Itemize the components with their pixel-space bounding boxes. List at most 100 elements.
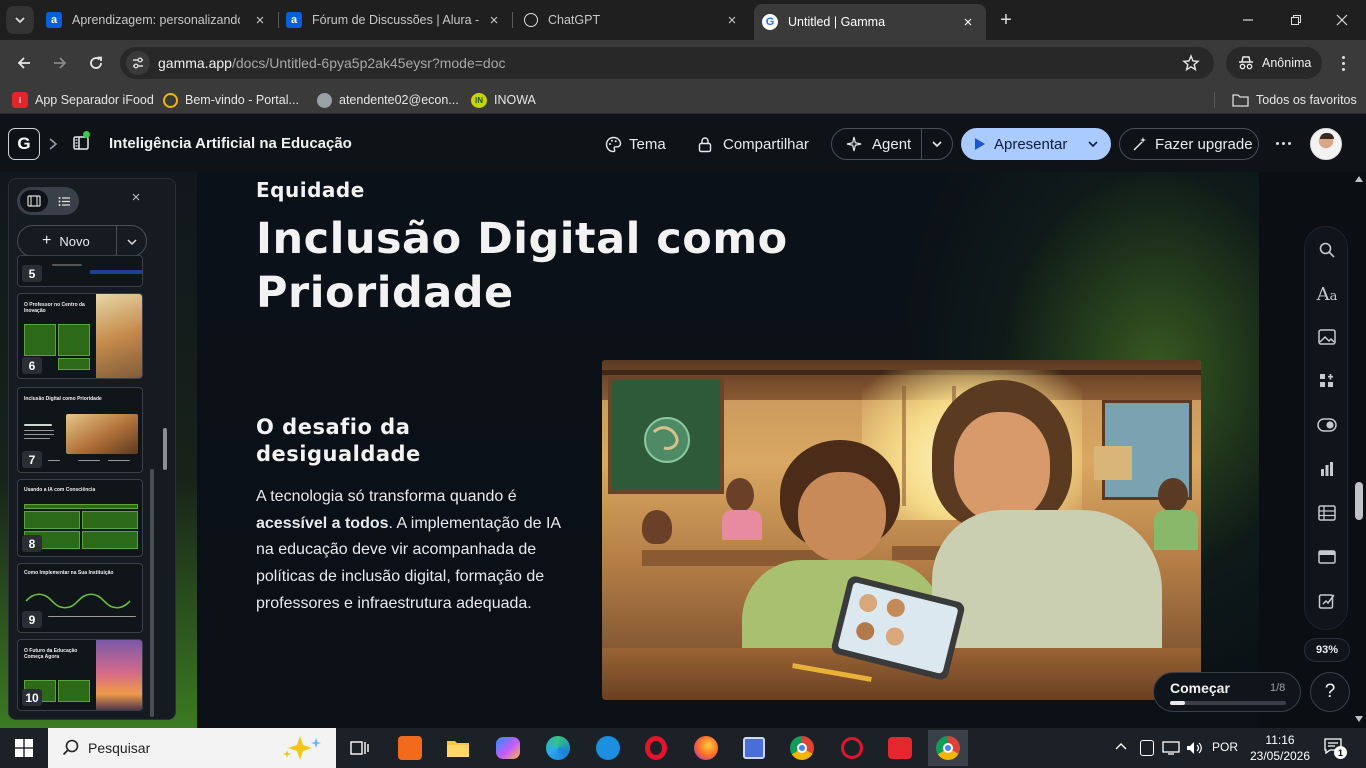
all-bookmarks-button[interactable]: Todos os favoritos (1232, 91, 1357, 109)
task-view-button[interactable] (340, 732, 380, 764)
avatar[interactable] (1310, 128, 1342, 160)
get-started-widget[interactable]: Começar 1/8 (1153, 672, 1301, 712)
close-icon[interactable]: × (250, 10, 270, 30)
card-body-text[interactable]: A tecnologia só transforma quando é aces… (256, 484, 566, 618)
close-icon[interactable]: × (722, 10, 742, 30)
classroom-illustration[interactable] (602, 360, 1201, 700)
browser-menu-button[interactable] (1334, 51, 1352, 75)
scroll-up-icon[interactable] (1355, 176, 1363, 182)
chrome-button[interactable] (782, 732, 822, 764)
slide-thumbnail[interactable]: O Professor no Centro da Inovação 6 (17, 293, 143, 379)
image-tool-button[interactable] (1313, 323, 1341, 351)
forward-button[interactable] (48, 51, 72, 75)
bookmark-email[interactable]: atendente02@econ... (317, 91, 459, 109)
close-panel-button[interactable]: × (129, 190, 143, 205)
file-explorer-button[interactable] (438, 732, 478, 764)
incognito-profile-button[interactable]: Anônima (1226, 47, 1322, 79)
close-icon[interactable]: × (484, 10, 504, 30)
notifications-button[interactable]: 1 (1324, 738, 1347, 759)
close-window-button[interactable] (1330, 8, 1354, 32)
more-options-button[interactable] (1276, 142, 1291, 145)
restore-button[interactable] (1284, 8, 1308, 32)
zoom-level-button[interactable]: 93% (1304, 638, 1350, 662)
text-style-button[interactable]: Aa (1313, 280, 1341, 308)
list-view-button[interactable] (52, 190, 76, 212)
opera-button[interactable] (636, 732, 676, 764)
wps-button[interactable] (880, 732, 920, 764)
panel-scrollbar[interactable] (150, 469, 154, 717)
bookmark-portal[interactable]: Bem-vindo - Portal... (163, 91, 299, 109)
minimize-button[interactable] (1236, 8, 1260, 32)
tab-gamma[interactable]: G Untitled | Gamma × (754, 4, 986, 40)
app-button[interactable] (734, 732, 774, 764)
layout-tool-button[interactable] (1313, 499, 1341, 527)
card-subheading[interactable]: O desafio da desigualdade (256, 414, 421, 468)
chevron-down-icon[interactable] (126, 236, 138, 248)
chevron-down-icon[interactable] (930, 137, 944, 151)
pdf-app-button[interactable] (390, 732, 430, 764)
language-indicator[interactable]: POR (1212, 740, 1238, 754)
taskbar-search[interactable]: Pesquisar (48, 728, 336, 768)
copilot-button[interactable] (488, 732, 528, 764)
cards-view-button[interactable] (20, 190, 48, 212)
toggle-tool-button[interactable] (1313, 411, 1341, 439)
tab-aprendizagem[interactable]: a Aprendizagem: personalizando × (46, 6, 274, 34)
embed-tool-button[interactable] (1313, 543, 1341, 571)
doc-title[interactable]: Inteligência Artificial na Educação (109, 135, 352, 152)
edge-button[interactable] (538, 732, 578, 764)
chrome-active-button[interactable] (928, 730, 968, 766)
address-bar[interactable]: gamma.app/docs/Untitled-6pya5p2ak45eysr?… (120, 47, 1214, 79)
reload-button[interactable] (84, 51, 108, 75)
slide-thumbnail[interactable]: 5 (17, 255, 143, 287)
tab-chatgpt[interactable]: ChatGPT × (524, 6, 746, 34)
theme-button[interactable]: Tema (605, 136, 666, 153)
bookmark-ifood[interactable]: i App Separador iFood (12, 91, 154, 109)
search-tool-button[interactable] (1313, 236, 1341, 264)
slide-number: 7 (22, 451, 42, 468)
new-card-button[interactable]: + Novo (17, 225, 147, 257)
start-button[interactable] (4, 732, 44, 764)
clock[interactable]: 11:16 23/05/2026 (1248, 732, 1312, 764)
portal-icon (163, 92, 178, 108)
close-icon[interactable]: × (958, 12, 978, 32)
upgrade-button[interactable]: Fazer upgrade (1119, 128, 1259, 160)
url-text[interactable]: gamma.app/docs/Untitled-6pya5p2ak45eysr?… (158, 55, 506, 71)
volume-icon[interactable] (1186, 741, 1204, 755)
bookmark-star-icon[interactable] (1182, 54, 1200, 72)
page-scrollbar[interactable] (1352, 172, 1366, 728)
tray-camera-icon[interactable] (1140, 740, 1154, 756)
slide-thumbnail[interactable]: Usando a IA com Consciência 8 (17, 479, 143, 557)
site-info-icon[interactable] (126, 51, 150, 75)
gamma-home-button[interactable]: G (8, 128, 40, 160)
scrollbar-thumb[interactable] (1355, 482, 1363, 520)
new-tab-button[interactable]: + (994, 8, 1018, 32)
tab-search-button[interactable] (6, 6, 34, 34)
edit-tool-button[interactable] (1313, 587, 1341, 615)
app-button[interactable] (588, 732, 628, 764)
card-heading[interactable]: Inclusão Digital como Prioridade (256, 212, 788, 320)
slide-thumbnail[interactable]: Como Implementar na Sua Instituição 9 (17, 563, 143, 633)
help-button[interactable]: ? (1310, 672, 1350, 712)
show-hidden-icons-button[interactable] (1114, 740, 1130, 756)
slide-thumbnail[interactable]: O Futuro da Educação Começa Agora 10 (17, 639, 143, 711)
toggle-sidebar-button[interactable] (72, 131, 92, 154)
alura-icon: a (286, 12, 302, 28)
firefox-button[interactable] (686, 732, 726, 764)
share-button[interactable]: Compartilhar (697, 136, 809, 153)
panel-resize-handle[interactable] (163, 428, 167, 470)
card-eyebrow[interactable]: Equidade (256, 178, 365, 202)
tab-forum[interactable]: a Fórum de Discussões | Alura - C × (286, 6, 508, 34)
scroll-down-icon[interactable] (1355, 716, 1363, 722)
present-button[interactable]: Apresentar (961, 128, 1111, 160)
chart-tool-button[interactable] (1313, 455, 1341, 483)
add-block-button[interactable] (1313, 367, 1341, 395)
bookmark-inowa[interactable]: IN INOWA (471, 91, 536, 109)
network-icon[interactable] (1162, 741, 1180, 755)
back-button[interactable] (12, 51, 36, 75)
slide-thumbnail-current[interactable]: Inclusão Digital como Prioridade 7 (17, 387, 143, 473)
agent-button[interactable]: Agent (831, 128, 953, 160)
chevron-down-icon[interactable] (1086, 137, 1100, 151)
window-icon (1318, 550, 1336, 564)
view-toggle[interactable] (17, 187, 79, 215)
app-button[interactable] (832, 732, 872, 764)
